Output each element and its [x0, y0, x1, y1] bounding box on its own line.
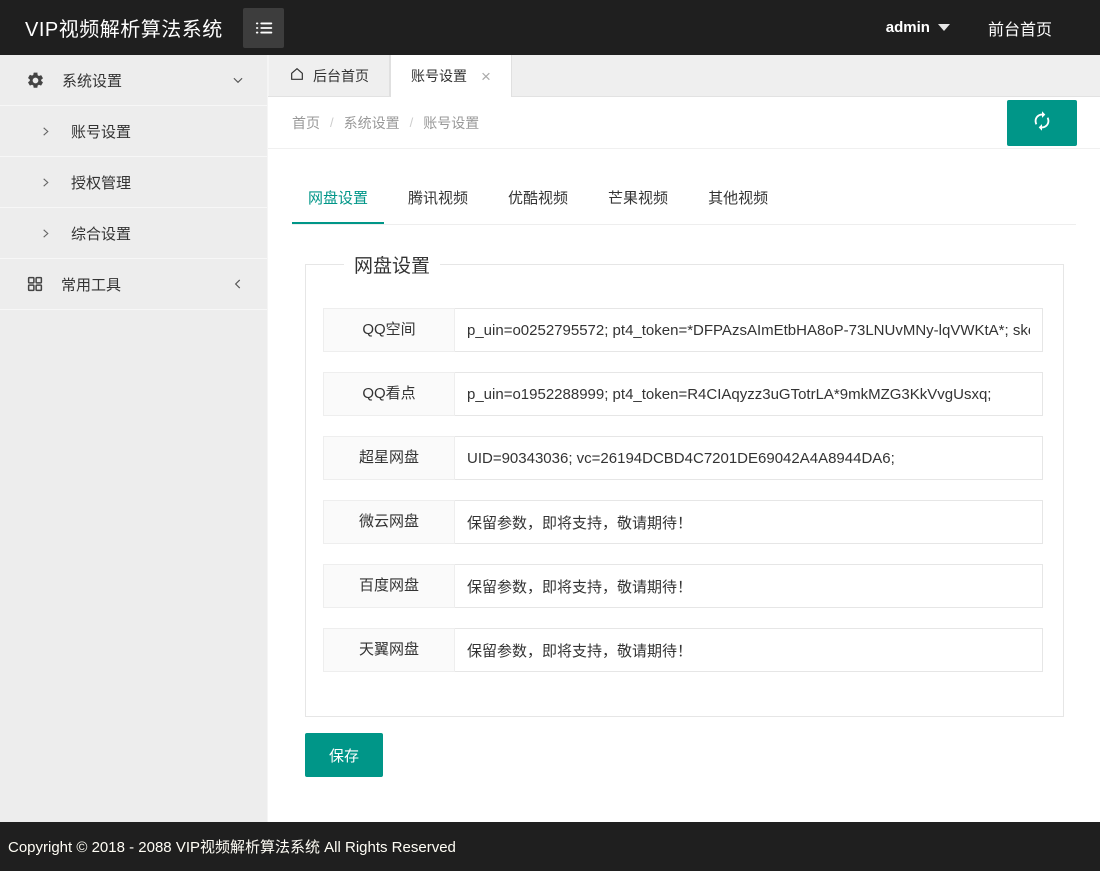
field-label: 百度网盘: [323, 564, 455, 608]
field-label: QQ看点: [323, 372, 455, 416]
refresh-icon: [1031, 110, 1053, 135]
tab-mango-video[interactable]: 芒果视频: [592, 175, 684, 224]
chevron-down-icon: [231, 73, 245, 87]
sidebar-item-general-settings[interactable]: 综合设置: [0, 208, 267, 259]
sidebar-group-system-settings[interactable]: 系统设置: [0, 55, 267, 106]
sidebar-item-label: 授权管理: [71, 172, 131, 193]
list-menu-icon: [253, 17, 275, 39]
netdisk-settings-panel: 网盘设置 QQ空间 QQ看点 超星网盘 微云网盘: [305, 251, 1064, 717]
chevron-left-icon: [231, 277, 245, 291]
sidebar-item-account-settings[interactable]: 账号设置: [0, 106, 267, 157]
tab-backend-home[interactable]: 后台首页: [268, 55, 390, 96]
username: admin: [886, 19, 930, 36]
sidebar-group-label: 系统设置: [62, 70, 122, 91]
topbar-right: admin 前台首页: [886, 16, 1100, 40]
weiyun-netdisk-input[interactable]: [455, 500, 1043, 544]
baidu-netdisk-input[interactable]: [455, 564, 1043, 608]
caret-down-icon: [938, 24, 950, 31]
breadcrumb-separator: /: [330, 115, 334, 130]
content: 网盘设置 腾讯视频 优酷视频 芒果视频 其他视频 网盘设置 QQ空间 QQ看点 …: [268, 149, 1100, 822]
chevron-right-icon: [40, 228, 51, 239]
form-row-chaoxing-netdisk: 超星网盘: [323, 436, 1046, 480]
sidebar-group-label: 常用工具: [61, 274, 121, 295]
breadcrumb-system-settings[interactable]: 系统设置: [344, 113, 400, 133]
chaoxing-netdisk-input[interactable]: [455, 436, 1043, 480]
qq-zone-input[interactable]: [455, 308, 1043, 352]
field-label: 超星网盘: [323, 436, 455, 480]
tianyi-netdisk-input[interactable]: [455, 628, 1043, 672]
user-dropdown[interactable]: admin: [886, 19, 950, 36]
tab-label: 后台首页: [313, 66, 369, 86]
save-button[interactable]: 保存: [305, 733, 383, 777]
sidebar-item-authorization[interactable]: 授权管理: [0, 157, 267, 208]
breadcrumb-row: 首页 / 系统设置 / 账号设置: [268, 97, 1100, 149]
breadcrumb-separator: /: [410, 115, 414, 130]
copyright-text: Copyright © 2018 - 2088 VIP视频解析算法系统 All …: [8, 836, 456, 857]
tab-netdisk-settings[interactable]: 网盘设置: [292, 175, 384, 224]
home-icon: [289, 66, 305, 85]
field-label: QQ空间: [323, 308, 455, 352]
content-tabs: 网盘设置 腾讯视频 优酷视频 芒果视频 其他视频: [292, 175, 1076, 225]
field-label: 微云网盘: [323, 500, 455, 544]
sidebar-toggle-button[interactable]: [243, 8, 284, 48]
app-title: VIP视频解析算法系统: [0, 13, 243, 42]
close-icon[interactable]: ×: [481, 68, 491, 85]
form-row-qq-zone: QQ空间: [323, 308, 1046, 352]
sidebar-item-label: 账号设置: [71, 121, 131, 142]
grid-icon: [26, 275, 44, 293]
form-row-weiyun-netdisk: 微云网盘: [323, 500, 1046, 544]
window-tabstrip: 后台首页 账号设置 ×: [268, 55, 1100, 97]
front-home-link[interactable]: 前台首页: [988, 16, 1052, 40]
sidebar-group-common-tools[interactable]: 常用工具: [0, 259, 267, 310]
form-row-baidu-netdisk: 百度网盘: [323, 564, 1046, 608]
sidebar: 系统设置 账号设置 授权管理 综合设置 常: [0, 55, 268, 822]
chevron-right-icon: [40, 177, 51, 188]
footer: Copyright © 2018 - 2088 VIP视频解析算法系统 All …: [0, 822, 1100, 871]
main-area: 后台首页 账号设置 × 首页 / 系统设置 / 账号设置 网盘设置 腾: [268, 55, 1100, 822]
breadcrumb-account-settings[interactable]: 账号设置: [423, 113, 479, 133]
refresh-button[interactable]: [1007, 100, 1077, 146]
tab-youku-video[interactable]: 优酷视频: [492, 175, 584, 224]
tab-label: 账号设置: [411, 66, 467, 86]
chevron-right-icon: [40, 126, 51, 137]
form-row-tianyi-netdisk: 天翼网盘: [323, 628, 1046, 672]
breadcrumb-home[interactable]: 首页: [292, 113, 320, 133]
gear-icon: [26, 71, 45, 90]
tab-tencent-video[interactable]: 腾讯视频: [392, 175, 484, 224]
topbar: VIP视频解析算法系统 admin 前台首页: [0, 0, 1100, 55]
form-row-qq-kandian: QQ看点: [323, 372, 1046, 416]
field-label: 天翼网盘: [323, 628, 455, 672]
sidebar-item-label: 综合设置: [71, 223, 131, 244]
panel-title: 网盘设置: [344, 251, 440, 278]
tab-other-video[interactable]: 其他视频: [692, 175, 784, 224]
qq-kandian-input[interactable]: [455, 372, 1043, 416]
tab-account-settings[interactable]: 账号设置 ×: [390, 55, 512, 97]
